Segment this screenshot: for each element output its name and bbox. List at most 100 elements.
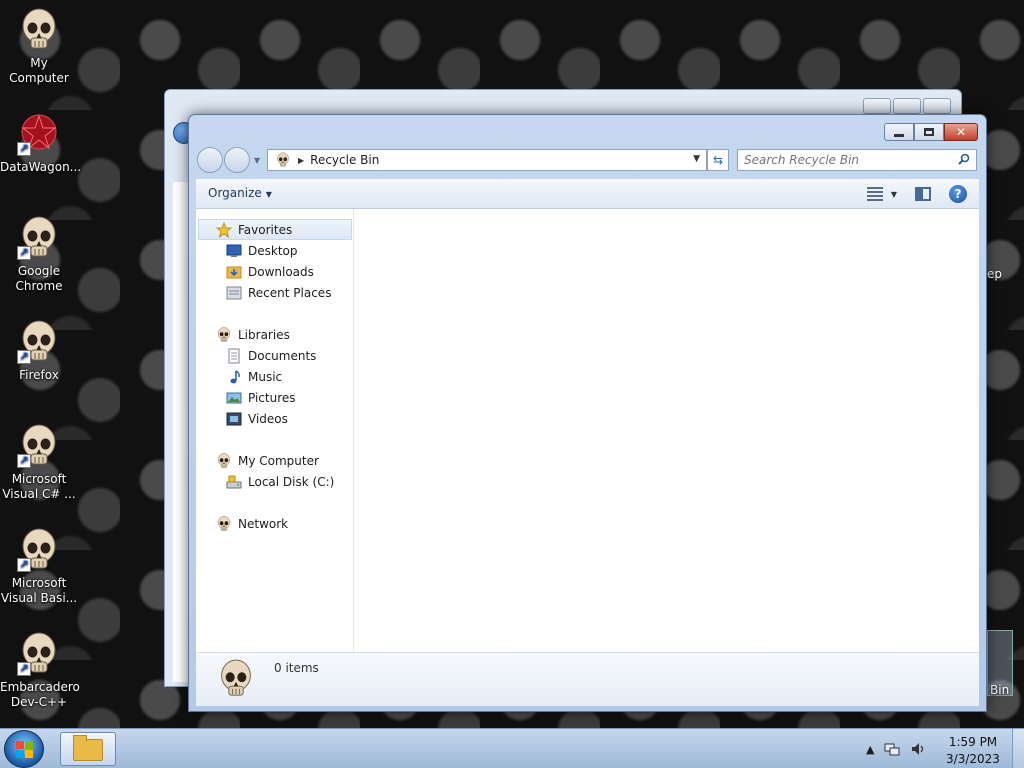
folder-icon xyxy=(73,735,103,761)
desktop-icon-label-partial: Bin xyxy=(990,683,1010,697)
maximize-icon xyxy=(924,128,934,136)
clock-date: 3/3/2023 xyxy=(946,752,1000,766)
clock[interactable]: 1:59 PM 3/3/2023 xyxy=(940,734,1006,768)
forward-button[interactable] xyxy=(224,147,250,173)
minimize-button[interactable] xyxy=(884,123,914,141)
address-bar[interactable]: ▶ Recycle Bin ▼ xyxy=(267,149,707,171)
file-list-empty[interactable] xyxy=(356,209,979,652)
nav-label: Recent Places xyxy=(248,286,332,300)
windows-logo-icon xyxy=(16,741,34,759)
desktop-icon-dev-cpp[interactable]: ↗ Embarcadero Dev-C++ xyxy=(0,632,80,710)
details-pane: 0 items xyxy=(196,652,979,706)
organize-label: Organize xyxy=(208,186,262,200)
taskbar-explorer-button[interactable] xyxy=(60,732,116,766)
nav-label: Videos xyxy=(248,412,288,426)
breadcrumb-location[interactable]: Recycle Bin xyxy=(310,153,379,167)
search-input[interactable] xyxy=(737,149,977,171)
nav-label: Network xyxy=(238,517,289,531)
nav-favorites[interactable]: Favorites xyxy=(216,222,292,238)
downloads-folder-icon xyxy=(226,266,242,279)
maximize-button[interactable] xyxy=(893,98,921,114)
network-skull-icon xyxy=(216,516,232,532)
organize-button[interactable]: Organize ▼ xyxy=(208,186,272,200)
recycle-bin-skull-icon xyxy=(218,656,254,702)
volume-icon[interactable] xyxy=(910,741,926,757)
recent-places-icon xyxy=(226,286,242,300)
videos-icon xyxy=(226,412,242,426)
recycle-bin-window[interactable]: ✕ ▼ ▶ Recycle Bin ▼ ⇆ Organize▼ ▼ ? xyxy=(188,114,987,712)
nav-documents[interactable]: Documents xyxy=(226,348,316,364)
taskbar: ▲ 1:59 PM 3/3/2023 xyxy=(0,728,1024,768)
content-area: Favorites Desktop Downloads Recent Place… xyxy=(196,209,979,652)
navigation-pane: Favorites Desktop Downloads Recent Place… xyxy=(196,209,354,652)
nav-network[interactable]: Network xyxy=(216,516,288,532)
system-tray: ▲ xyxy=(866,729,926,768)
chevron-down-icon: ▼ xyxy=(890,189,897,199)
start-button[interactable] xyxy=(4,730,44,768)
nav-my-computer[interactable]: My Computer xyxy=(216,453,319,469)
desktop-icon-recycle-bin[interactable]: Bin xyxy=(987,630,1013,697)
close-icon: ✕ xyxy=(955,125,967,139)
window-controls xyxy=(863,98,951,114)
change-view-button[interactable]: ▼ xyxy=(866,187,897,201)
minimize-button[interactable] xyxy=(863,98,891,114)
shortcut-arrow-icon: ↗ xyxy=(17,246,31,260)
desktop-icon xyxy=(226,244,242,257)
nav-label: Favorites xyxy=(238,223,293,237)
desktop-icon-label: Embarcadero Dev-C++ xyxy=(0,680,80,709)
desktop-icon-label: Firefox xyxy=(19,368,59,382)
refresh-icon: ⇆ xyxy=(712,153,724,167)
desktop-icon-label: DataWagon... xyxy=(0,160,82,174)
pictures-icon xyxy=(226,392,242,404)
item-count: 0 items xyxy=(274,661,319,675)
nav-desktop[interactable]: Desktop xyxy=(226,243,298,259)
nav-pictures[interactable]: Pictures xyxy=(226,390,296,406)
breadcrumb-chevron-icon[interactable]: ▶ xyxy=(298,156,304,165)
documents-icon xyxy=(228,348,240,364)
nav-label: Documents xyxy=(248,349,317,363)
show-hidden-icons-button[interactable]: ▲ xyxy=(866,743,874,756)
shortcut-arrow-icon: ↗ xyxy=(17,454,31,468)
command-bar: Organize ▼ ▼ ? xyxy=(196,179,979,209)
refresh-button[interactable]: ⇆ xyxy=(707,149,729,171)
nav-music[interactable]: Music xyxy=(226,369,282,385)
nav-label: Music xyxy=(248,370,283,384)
recycle-bin-skull-icon xyxy=(276,152,290,168)
nav-libraries[interactable]: Libraries xyxy=(216,327,290,343)
nav-videos[interactable]: Videos xyxy=(226,411,288,427)
desktop-icon-my-computer[interactable]: My Computer xyxy=(0,8,78,86)
window-controls: ✕ xyxy=(884,123,978,141)
libraries-skull-icon xyxy=(216,327,232,343)
help-button[interactable]: ? xyxy=(949,185,967,203)
desktop-icon-label: Google Chrome xyxy=(15,264,63,293)
address-dropdown-icon[interactable]: ▼ xyxy=(693,154,700,164)
nav-recent-places[interactable]: Recent Places xyxy=(226,285,331,301)
desktop-icon-label: Microsoft Visual Basi... xyxy=(0,576,78,605)
nav-label: Desktop xyxy=(248,244,298,258)
close-button[interactable]: ✕ xyxy=(944,123,978,141)
nav-label: Downloads xyxy=(248,265,314,279)
desktop-icon-google-chrome[interactable]: ↗ Google Chrome xyxy=(0,216,78,294)
clock-time: 1:59 PM xyxy=(948,735,998,749)
computer-skull-icon xyxy=(216,453,232,469)
nav-label: Local Disk (C:) xyxy=(248,475,335,489)
nav-local-disk[interactable]: Local Disk (C:) xyxy=(226,474,334,490)
close-button[interactable] xyxy=(923,98,951,114)
show-desktop-button[interactable] xyxy=(1012,729,1024,768)
nav-downloads[interactable]: Downloads xyxy=(226,264,314,280)
desktop-icon-visual-csharp[interactable]: ↗ Microsoft Visual C# ... xyxy=(0,424,78,502)
maximize-button[interactable] xyxy=(914,123,944,141)
desktop-icon-datawagon[interactable]: ↗ DataWagon... xyxy=(0,112,82,175)
preview-pane-button[interactable] xyxy=(915,187,931,201)
desktop-icon-label: Microsoft Visual C# ... xyxy=(2,472,76,501)
recent-pages-dropdown[interactable]: ▼ xyxy=(254,156,260,165)
desktop-icon-label: My Computer xyxy=(9,56,69,85)
search-icon[interactable] xyxy=(958,153,970,165)
desktop-icon-firefox[interactable]: ↗ Firefox xyxy=(0,320,78,383)
nav-label: Pictures xyxy=(248,391,296,405)
network-status-icon[interactable] xyxy=(884,741,900,757)
back-button[interactable] xyxy=(197,147,223,173)
desktop-icon-visual-basic[interactable]: ↗ Microsoft Visual Basi... xyxy=(0,528,78,606)
shortcut-arrow-icon: ↗ xyxy=(17,350,31,364)
nav-label: Libraries xyxy=(238,328,290,342)
